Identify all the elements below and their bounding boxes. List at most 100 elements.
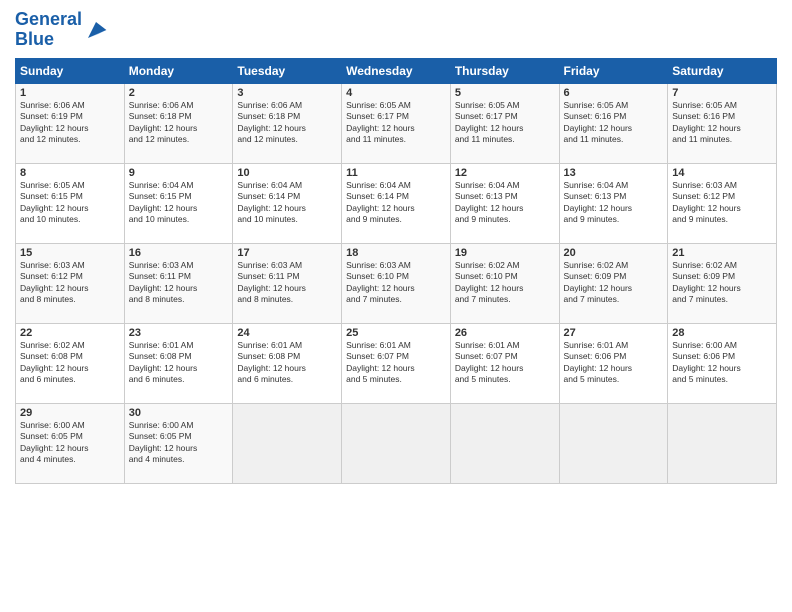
logo-blue: Blue [15,29,54,49]
day-number: 9 [129,167,229,179]
weekday-header-cell: Thursday [450,58,559,83]
day-number: 6 [564,87,664,99]
day-info: Sunrise: 6:02 AM Sunset: 6:08 PM Dayligh… [20,340,120,386]
day-info: Sunrise: 6:01 AM Sunset: 6:07 PM Dayligh… [455,340,555,386]
calendar-day-cell [342,403,451,483]
day-info: Sunrise: 6:03 AM Sunset: 6:11 PM Dayligh… [129,260,229,306]
day-number: 8 [20,167,120,179]
day-info: Sunrise: 6:05 AM Sunset: 6:16 PM Dayligh… [564,100,664,146]
day-number: 19 [455,247,555,259]
weekday-header-cell: Friday [559,58,668,83]
weekday-header-cell: Tuesday [233,58,342,83]
calendar-day-cell: 11Sunrise: 6:04 AM Sunset: 6:14 PM Dayli… [342,163,451,243]
day-info: Sunrise: 6:00 AM Sunset: 6:06 PM Dayligh… [672,340,772,386]
calendar-body: 1Sunrise: 6:06 AM Sunset: 6:19 PM Daylig… [16,83,777,483]
calendar-day-cell: 17Sunrise: 6:03 AM Sunset: 6:11 PM Dayli… [233,243,342,323]
calendar-day-cell: 5Sunrise: 6:05 AM Sunset: 6:17 PM Daylig… [450,83,559,163]
day-number: 29 [20,407,120,419]
day-info: Sunrise: 6:00 AM Sunset: 6:05 PM Dayligh… [129,420,229,466]
calendar-day-cell: 19Sunrise: 6:02 AM Sunset: 6:10 PM Dayli… [450,243,559,323]
day-number: 22 [20,327,120,339]
calendar-day-cell: 21Sunrise: 6:02 AM Sunset: 6:09 PM Dayli… [668,243,777,323]
day-info: Sunrise: 6:01 AM Sunset: 6:08 PM Dayligh… [129,340,229,386]
calendar-day-cell [668,403,777,483]
calendar-day-cell: 4Sunrise: 6:05 AM Sunset: 6:17 PM Daylig… [342,83,451,163]
logo: General Blue [15,10,108,50]
day-info: Sunrise: 6:04 AM Sunset: 6:15 PM Dayligh… [129,180,229,226]
day-number: 21 [672,247,772,259]
calendar-day-cell [233,403,342,483]
calendar-day-cell: 29Sunrise: 6:00 AM Sunset: 6:05 PM Dayli… [16,403,125,483]
calendar-day-cell: 27Sunrise: 6:01 AM Sunset: 6:06 PM Dayli… [559,323,668,403]
page: General Blue SundayMondayTuesdayWednesda… [0,0,792,612]
calendar-day-cell: 9Sunrise: 6:04 AM Sunset: 6:15 PM Daylig… [124,163,233,243]
calendar-day-cell: 15Sunrise: 6:03 AM Sunset: 6:12 PM Dayli… [16,243,125,323]
day-number: 16 [129,247,229,259]
logo-general: General [15,9,82,29]
day-number: 18 [346,247,446,259]
calendar-day-cell: 24Sunrise: 6:01 AM Sunset: 6:08 PM Dayli… [233,323,342,403]
calendar-day-cell: 12Sunrise: 6:04 AM Sunset: 6:13 PM Dayli… [450,163,559,243]
calendar-day-cell: 1Sunrise: 6:06 AM Sunset: 6:19 PM Daylig… [16,83,125,163]
day-info: Sunrise: 6:06 AM Sunset: 6:19 PM Dayligh… [20,100,120,146]
day-info: Sunrise: 6:03 AM Sunset: 6:10 PM Dayligh… [346,260,446,306]
calendar-table: SundayMondayTuesdayWednesdayThursdayFrid… [15,58,777,484]
day-info: Sunrise: 6:01 AM Sunset: 6:06 PM Dayligh… [564,340,664,386]
calendar-week-row: 15Sunrise: 6:03 AM Sunset: 6:12 PM Dayli… [16,243,777,323]
day-number: 27 [564,327,664,339]
day-number: 7 [672,87,772,99]
day-info: Sunrise: 6:05 AM Sunset: 6:15 PM Dayligh… [20,180,120,226]
day-info: Sunrise: 6:01 AM Sunset: 6:08 PM Dayligh… [237,340,337,386]
calendar-week-row: 8Sunrise: 6:05 AM Sunset: 6:15 PM Daylig… [16,163,777,243]
calendar-day-cell: 16Sunrise: 6:03 AM Sunset: 6:11 PM Dayli… [124,243,233,323]
day-info: Sunrise: 6:04 AM Sunset: 6:13 PM Dayligh… [564,180,664,226]
day-number: 11 [346,167,446,179]
day-number: 25 [346,327,446,339]
day-info: Sunrise: 6:04 AM Sunset: 6:13 PM Dayligh… [455,180,555,226]
calendar-day-cell: 8Sunrise: 6:05 AM Sunset: 6:15 PM Daylig… [16,163,125,243]
day-info: Sunrise: 6:03 AM Sunset: 6:12 PM Dayligh… [672,180,772,226]
calendar-day-cell: 20Sunrise: 6:02 AM Sunset: 6:09 PM Dayli… [559,243,668,323]
calendar-day-cell: 13Sunrise: 6:04 AM Sunset: 6:13 PM Dayli… [559,163,668,243]
logo-text: General Blue [15,10,82,50]
weekday-header-cell: Monday [124,58,233,83]
calendar-day-cell [559,403,668,483]
day-info: Sunrise: 6:03 AM Sunset: 6:11 PM Dayligh… [237,260,337,306]
day-number: 10 [237,167,337,179]
calendar-day-cell: 30Sunrise: 6:00 AM Sunset: 6:05 PM Dayli… [124,403,233,483]
day-number: 15 [20,247,120,259]
calendar-day-cell: 2Sunrise: 6:06 AM Sunset: 6:18 PM Daylig… [124,83,233,163]
header: General Blue [15,10,777,50]
calendar-day-cell: 18Sunrise: 6:03 AM Sunset: 6:10 PM Dayli… [342,243,451,323]
day-info: Sunrise: 6:06 AM Sunset: 6:18 PM Dayligh… [237,100,337,146]
calendar-week-row: 22Sunrise: 6:02 AM Sunset: 6:08 PM Dayli… [16,323,777,403]
day-number: 20 [564,247,664,259]
calendar-day-cell: 22Sunrise: 6:02 AM Sunset: 6:08 PM Dayli… [16,323,125,403]
day-number: 13 [564,167,664,179]
day-info: Sunrise: 6:05 AM Sunset: 6:16 PM Dayligh… [672,100,772,146]
calendar-day-cell: 26Sunrise: 6:01 AM Sunset: 6:07 PM Dayli… [450,323,559,403]
day-info: Sunrise: 6:04 AM Sunset: 6:14 PM Dayligh… [346,180,446,226]
weekday-header-cell: Wednesday [342,58,451,83]
day-number: 26 [455,327,555,339]
calendar-day-cell: 7Sunrise: 6:05 AM Sunset: 6:16 PM Daylig… [668,83,777,163]
day-number: 12 [455,167,555,179]
day-number: 5 [455,87,555,99]
calendar-day-cell: 25Sunrise: 6:01 AM Sunset: 6:07 PM Dayli… [342,323,451,403]
day-info: Sunrise: 6:03 AM Sunset: 6:12 PM Dayligh… [20,260,120,306]
day-number: 28 [672,327,772,339]
day-info: Sunrise: 6:06 AM Sunset: 6:18 PM Dayligh… [129,100,229,146]
day-number: 4 [346,87,446,99]
weekday-header-cell: Sunday [16,58,125,83]
calendar-day-cell: 28Sunrise: 6:00 AM Sunset: 6:06 PM Dayli… [668,323,777,403]
day-number: 14 [672,167,772,179]
day-number: 23 [129,327,229,339]
day-info: Sunrise: 6:02 AM Sunset: 6:09 PM Dayligh… [672,260,772,306]
weekday-header-row: SundayMondayTuesdayWednesdayThursdayFrid… [16,58,777,83]
calendar-day-cell: 14Sunrise: 6:03 AM Sunset: 6:12 PM Dayli… [668,163,777,243]
day-number: 1 [20,87,120,99]
day-number: 30 [129,407,229,419]
day-number: 17 [237,247,337,259]
calendar-week-row: 29 Sunrise: 6:00 AM Sunset: 6:05 PM Dayli… [16,403,777,483]
day-number: 2 [129,87,229,99]
